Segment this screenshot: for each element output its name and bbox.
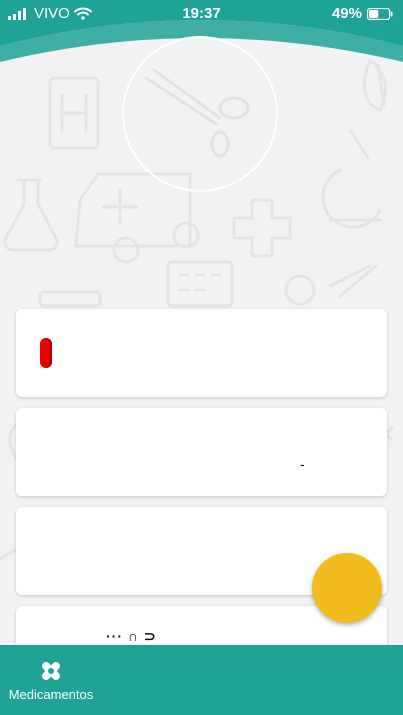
- medication-card-text: ··· ∩ ⊃: [106, 628, 157, 644]
- medication-card-text: -: [300, 456, 305, 472]
- add-medication-button[interactable]: [312, 553, 382, 623]
- battery-percent: 49%: [331, 5, 362, 22]
- bandage-icon: [42, 662, 60, 680]
- logo-circle: [122, 36, 278, 192]
- status-bar: VIVO 19:37 49%: [0, 0, 403, 28]
- app-screen: VIVO 19:37 49% - ··· ∩ ⊃ Medicamentos: [0, 0, 403, 715]
- battery-icon: [367, 7, 393, 20]
- pill-icon: [40, 338, 52, 368]
- nav-item-medicamentos[interactable]: Medicamentos: [0, 645, 102, 715]
- nav-label-medicamentos: Medicamentos: [8, 687, 94, 702]
- status-right: 49%: [332, 5, 393, 22]
- surgical-scissors-icon: [144, 68, 250, 158]
- medication-card[interactable]: [16, 309, 387, 397]
- bottom-nav: Medicamentos: [0, 645, 403, 715]
- medication-card[interactable]: -: [16, 408, 387, 496]
